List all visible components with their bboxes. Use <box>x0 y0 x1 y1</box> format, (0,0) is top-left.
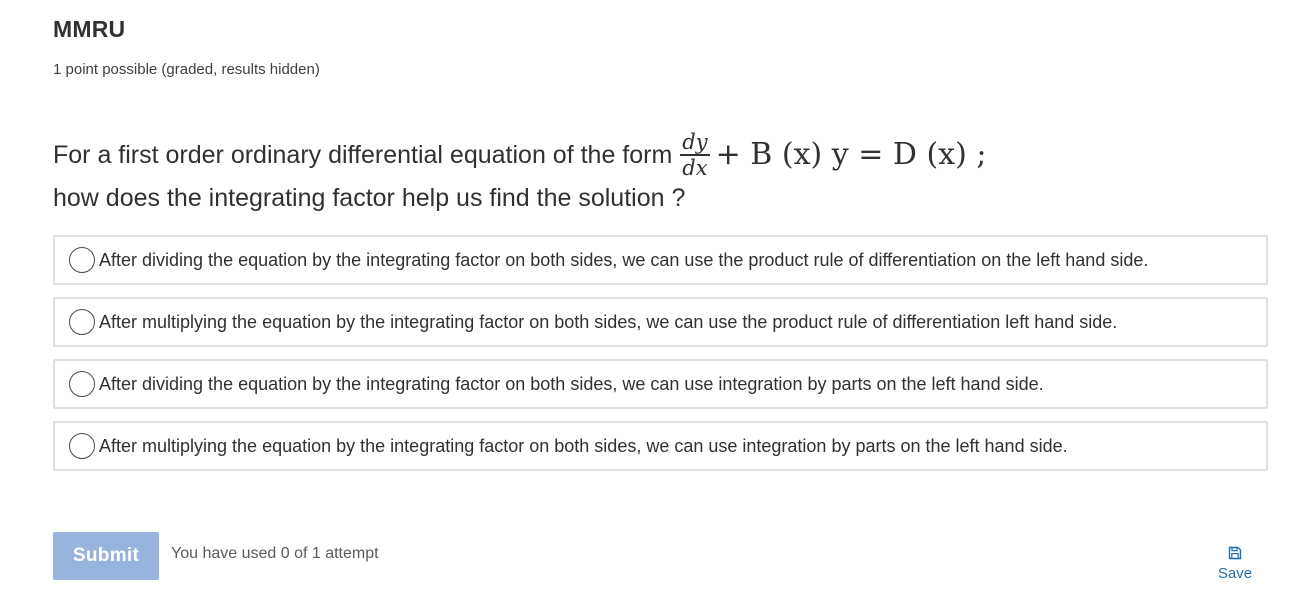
question-line-2: how does the integrating factor help us … <box>53 184 686 212</box>
question-line-1-text: For a first order ordinary differential … <box>53 141 673 169</box>
submit-button[interactable]: Submit <box>53 532 159 580</box>
choice-option[interactable]: After dividing the equation by the integ… <box>53 235 1268 285</box>
choice-option[interactable]: After multiplying the equation by the in… <box>53 421 1268 471</box>
floppy-disk-icon <box>1228 546 1242 560</box>
save-label: Save <box>1217 565 1253 582</box>
equation-rest: + B (x) y = D (x) ; <box>715 137 987 172</box>
fraction-numerator: dy <box>682 130 708 155</box>
choice-label: After dividing the equation by the integ… <box>99 249 1149 270</box>
derivative-fraction: dy dx <box>680 130 710 180</box>
choice-label: After multiplying the equation by the in… <box>99 435 1068 456</box>
radio-button[interactable] <box>69 309 95 335</box>
save-button[interactable]: Save <box>1212 546 1258 582</box>
question-text: For a first order ordinary differential … <box>53 124 986 218</box>
attempts-text: You have used 0 of 1 attempt <box>171 545 379 562</box>
choice-option[interactable]: After dividing the equation by the integ… <box>53 359 1268 409</box>
problem-title: MMRU <box>53 16 126 42</box>
points-possible: 1 point possible (graded, results hidden… <box>53 61 320 78</box>
choice-label: After multiplying the equation by the in… <box>99 311 1118 332</box>
choice-list: After dividing the equation by the integ… <box>53 235 1268 483</box>
radio-button[interactable] <box>69 247 95 273</box>
equation: dy dx + B (x) y = D (x) ; <box>680 131 986 179</box>
fraction-denominator: dx <box>682 155 708 180</box>
choice-label: After dividing the equation by the integ… <box>99 373 1044 394</box>
choice-option[interactable]: After multiplying the equation by the in… <box>53 297 1268 347</box>
radio-button[interactable] <box>69 371 95 397</box>
radio-button[interactable] <box>69 433 95 459</box>
question-line-1: For a first order ordinary differential … <box>53 124 986 186</box>
